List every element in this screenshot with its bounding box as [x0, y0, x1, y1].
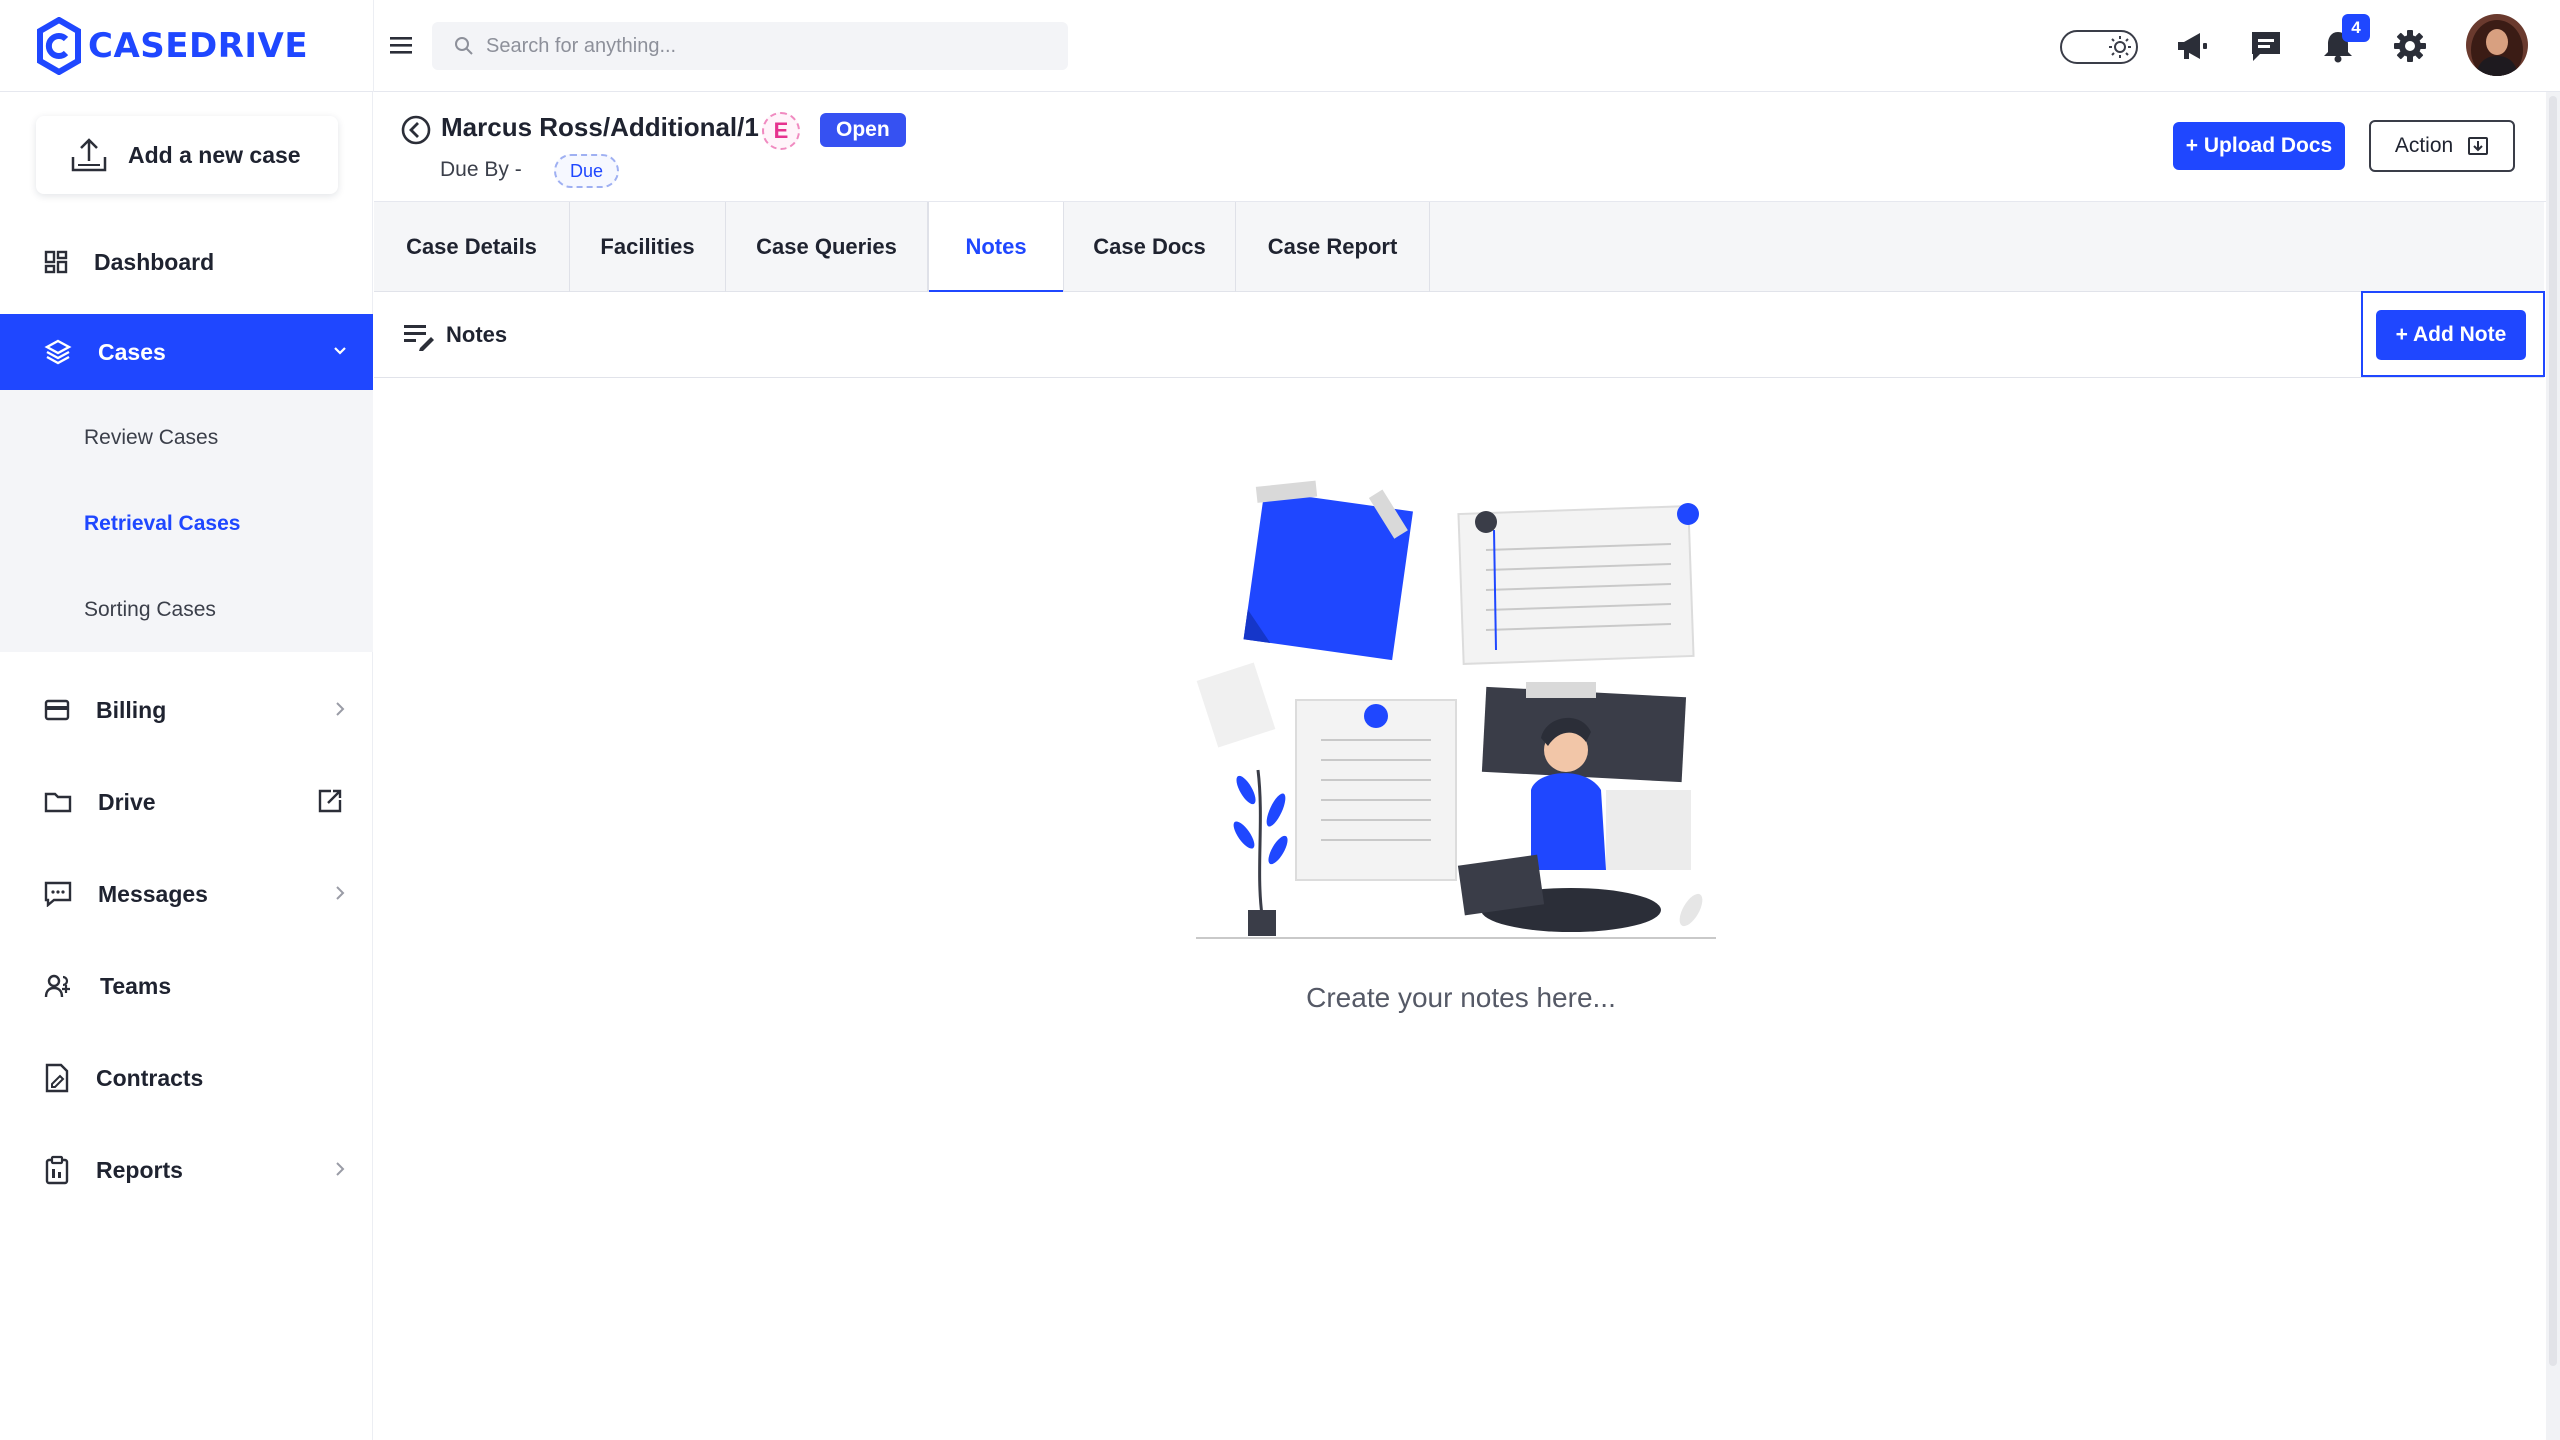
sidebar-item-label: Drive — [98, 788, 156, 815]
team-icon — [44, 974, 70, 998]
chevron-right-icon — [336, 702, 345, 716]
tab-case-queries[interactable]: Case Queries — [726, 202, 928, 292]
upload-icon — [71, 138, 107, 172]
sidebar-item-teams[interactable]: Teams — [0, 948, 373, 1024]
add-note-button[interactable]: + Add Note — [2376, 310, 2526, 360]
upload-docs-button[interactable]: + Upload Docs — [2173, 122, 2345, 170]
gear-icon[interactable] — [2392, 28, 2428, 64]
action-button[interactable]: Action — [2369, 120, 2515, 172]
menu-icon[interactable] — [386, 30, 416, 60]
search-icon — [455, 37, 473, 55]
logo-hexagon-icon — [37, 17, 81, 75]
sidebar-item-dashboard[interactable]: Dashboard — [0, 224, 373, 300]
sidebar-item-drive[interactable]: Drive — [0, 764, 373, 840]
tab-case-report[interactable]: Case Report — [1236, 202, 1430, 292]
chevron-down-icon — [334, 347, 346, 355]
sidebar-item-label: Billing — [96, 696, 167, 723]
action-label: Action — [2394, 134, 2454, 157]
sidebar-item-contracts[interactable]: Contracts — [0, 1040, 373, 1116]
notes-empty-message: Create your notes here... — [1306, 982, 1616, 1013]
notes-empty-illustration — [1186, 470, 1726, 950]
chat-icon[interactable] — [2248, 28, 2284, 64]
sidebar-item-cases[interactable]: Cases — [0, 314, 373, 390]
sidebar-item-billing[interactable]: Billing — [0, 672, 373, 748]
sun-icon — [2109, 36, 2131, 58]
search-bar[interactable] — [432, 22, 1068, 70]
add-new-case-button[interactable]: Add a new case — [36, 116, 338, 194]
notes-toolbar: Notes + Add Note — [374, 291, 2545, 378]
clipboard-icon — [45, 1155, 69, 1185]
case-type-badge: E — [762, 112, 800, 150]
sidebar-item-label: Reports — [96, 1156, 183, 1183]
scrollbar-thumb[interactable] — [2549, 96, 2557, 1366]
sidebar-item-label: Dashboard — [94, 248, 215, 275]
case-tabs: Case Details Facilities Case Queries Not… — [374, 202, 2544, 293]
chevron-right-icon — [336, 886, 345, 900]
external-link-icon[interactable] — [317, 788, 343, 814]
top-header: CASEDRIVE Search for anything... 4 — [0, 0, 2560, 92]
submenu-item-retrieval-cases[interactable]: Retrieval Cases — [84, 512, 240, 536]
layers-icon — [44, 339, 72, 365]
sidebar-item-label: Messages — [98, 880, 208, 907]
tab-notes[interactable]: Notes — [928, 202, 1064, 293]
action-dropdown-icon — [2468, 137, 2489, 155]
case-title: Marcus Ross/Additional/1 — [441, 112, 759, 142]
notes-title: Notes — [446, 322, 508, 347]
tab-case-docs[interactable]: Case Docs — [1064, 202, 1236, 292]
chevron-right-icon — [336, 1162, 345, 1176]
due-badge: Due — [554, 154, 620, 188]
tab-case-details[interactable]: Case Details — [374, 202, 570, 292]
message-icon — [44, 881, 72, 907]
megaphone-icon[interactable] — [2174, 28, 2210, 64]
theme-toggle[interactable] — [2060, 30, 2138, 64]
credit-card-icon — [44, 699, 70, 721]
header-divider — [373, 0, 374, 92]
dashboard-icon — [44, 250, 68, 274]
brand-logo[interactable]: CASEDRIVE — [36, 16, 308, 76]
brand-name: CASEDRIVE — [88, 26, 309, 66]
notes-edit-icon — [402, 320, 436, 352]
contract-icon — [45, 1063, 69, 1093]
due-by-label: Due By - — [440, 158, 522, 181]
folder-icon — [44, 792, 72, 813]
sidebar-item-label: Contracts — [96, 1064, 204, 1091]
cases-submenu: Review Cases Retrieval Cases Sorting Cas… — [0, 390, 373, 652]
back-icon[interactable] — [400, 114, 432, 146]
notification-count-badge: 4 — [2342, 14, 2370, 42]
search-input[interactable] — [486, 34, 1046, 58]
add-new-case-label: Add a new case — [128, 141, 301, 168]
submenu-item-sorting-cases[interactable]: Sorting Cases — [84, 598, 216, 622]
sidebar-item-reports[interactable]: Reports — [0, 1132, 373, 1208]
case-header: Marcus Ross/Additional/1 E Open Due By -… — [374, 92, 2560, 202]
status-badge: Open — [820, 113, 906, 147]
sidebar: Add a new case Dashboard Cases Review Ca… — [0, 92, 373, 1440]
sidebar-item-label: Cases — [98, 338, 166, 365]
avatar[interactable] — [2466, 14, 2528, 76]
tab-facilities[interactable]: Facilities — [570, 202, 726, 292]
submenu-item-review-cases[interactable]: Review Cases — [84, 426, 218, 450]
sidebar-item-messages[interactable]: Messages — [0, 856, 373, 932]
sidebar-item-label: Teams — [100, 972, 172, 999]
